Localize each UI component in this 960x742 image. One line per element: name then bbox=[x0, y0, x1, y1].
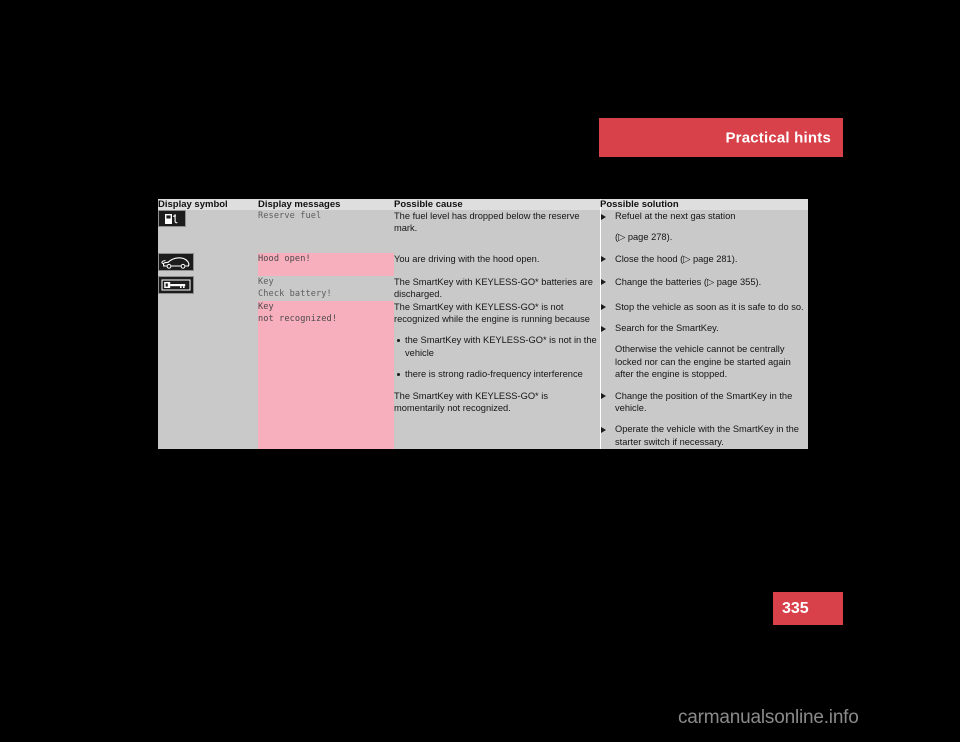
display-message-cell: Reserve fuel bbox=[258, 210, 394, 253]
column-header-possible-solution: Possible solution bbox=[600, 199, 808, 210]
possible-cause-text: The SmartKey with KEYLESS-GO* is not rec… bbox=[394, 301, 590, 325]
solution-text: Refuel at the next gas station bbox=[615, 211, 736, 221]
car-hood-open-icon bbox=[158, 252, 194, 271]
possible-solution-cell: Close the hood (▷ page 281). bbox=[600, 252, 808, 276]
table-row: Hood open! You are driving with the hood… bbox=[158, 252, 808, 276]
possible-cause-cell: The SmartKey with KEYLESS-GO* batteries … bbox=[394, 275, 600, 301]
solution-text: Operate the vehicle with the SmartKey in… bbox=[615, 424, 799, 447]
solution-item: Refuel at the next gas station bbox=[600, 210, 808, 222]
table-row: Key not recognized! The SmartKey with KE… bbox=[158, 300, 808, 390]
solution-item: Operate the vehicle with the SmartKey in… bbox=[600, 423, 808, 448]
smartkey-icon bbox=[158, 275, 194, 294]
possible-cause-cell: The SmartKey with KEYLESS-GO* is momenta… bbox=[394, 389, 600, 450]
column-header-possible-cause: Possible cause bbox=[394, 199, 600, 210]
solution-text: Stop the vehicle as soon as it is safe t… bbox=[615, 301, 804, 312]
table-row: The SmartKey with KEYLESS-GO* is momenta… bbox=[158, 389, 808, 450]
display-message-cell: Hood open! bbox=[258, 252, 394, 276]
triangle-bullet-icon bbox=[601, 426, 606, 433]
site-watermark: carmanualsonline.info bbox=[678, 707, 859, 728]
possible-cause-text: The fuel level has dropped below the res… bbox=[394, 211, 580, 234]
solution-text: Close the hood (▷ page 281). bbox=[615, 253, 738, 264]
possible-cause-cell: You are driving with the hood open. bbox=[394, 252, 600, 276]
triangle-bullet-icon bbox=[601, 256, 606, 263]
solution-text: Change the position of the SmartKey in t… bbox=[615, 390, 793, 414]
possible-solution-cell: Change the position of the SmartKey in t… bbox=[600, 389, 808, 450]
page-number-tab: 335 bbox=[773, 592, 843, 625]
display-messages-table: Display symbol Display messages Possible… bbox=[158, 199, 808, 450]
possible-cause-cell: The fuel level has dropped below the res… bbox=[394, 210, 600, 253]
triangle-bullet-icon bbox=[601, 304, 606, 311]
solution-item: Stop the vehicle as soon as it is safe t… bbox=[600, 301, 808, 313]
possible-cause-cell: The SmartKey with KEYLESS-GO* is not rec… bbox=[394, 300, 600, 390]
solution-item: Close the hood (▷ page 281). bbox=[600, 253, 808, 265]
section-banner: Practical hints bbox=[599, 118, 843, 157]
triangle-bullet-icon bbox=[601, 213, 606, 220]
solution-text: Change the batteries (▷ page 355). bbox=[615, 276, 762, 287]
solution-item: Change the batteries (▷ page 355). bbox=[600, 276, 808, 288]
possible-cause-text: The SmartKey with KEYLESS-GO* is momenta… bbox=[394, 390, 548, 414]
possible-cause-text: You are driving with the hood open. bbox=[394, 253, 540, 264]
cause-bullet-item: there is strong radio-frequency interfer… bbox=[397, 368, 600, 380]
display-symbol-cell bbox=[158, 252, 258, 276]
possible-solution-cell: Change the batteries (▷ page 355). bbox=[600, 275, 808, 301]
display-symbol-cell bbox=[158, 300, 258, 390]
display-message-text: Hood open! bbox=[258, 253, 311, 264]
display-message-cell: Key Check battery! bbox=[258, 275, 394, 301]
table-row: Key Check battery! The SmartKey with KEY… bbox=[158, 275, 808, 301]
triangle-bullet-icon bbox=[601, 393, 606, 400]
display-message-text: Key Check battery! bbox=[258, 276, 332, 300]
possible-solution-cell: Stop the vehicle as soon as it is safe t… bbox=[600, 300, 808, 390]
cause-bullet-item: the SmartKey with KEYLESS-GO* is not in … bbox=[397, 334, 600, 359]
fuel-pump-icon bbox=[158, 210, 186, 227]
possible-solution-cell: Refuel at the next gas station (▷ page 2… bbox=[600, 210, 808, 253]
display-message-cell bbox=[258, 389, 394, 450]
cause-bullet-list: the SmartKey with KEYLESS-GO* is not in … bbox=[394, 334, 600, 380]
solution-note: Otherwise the vehicle cannot be centrall… bbox=[615, 344, 791, 380]
column-header-display-messages: Display messages bbox=[258, 199, 394, 210]
triangle-bullet-icon bbox=[601, 279, 606, 286]
solution-reference: (▷ page 278). bbox=[615, 232, 673, 243]
page-number: 335 bbox=[782, 599, 809, 617]
display-symbol-cell bbox=[158, 275, 258, 301]
table-row: Reserve fuel The fuel level has dropped … bbox=[158, 210, 808, 253]
display-message-text: Key not recognized! bbox=[258, 301, 338, 325]
possible-cause-text: The SmartKey with KEYLESS-GO* batteries … bbox=[394, 276, 593, 300]
display-message-cell: Key not recognized! bbox=[258, 300, 394, 390]
display-symbol-cell bbox=[158, 389, 258, 450]
section-title: Practical hints bbox=[725, 129, 831, 146]
display-symbol-cell bbox=[158, 210, 258, 253]
solution-text: Search for the SmartKey. bbox=[615, 323, 719, 334]
column-header-display-symbol: Display symbol bbox=[158, 199, 258, 210]
solution-item: Change the position of the SmartKey in t… bbox=[600, 390, 808, 415]
table-header-row: Display symbol Display messages Possible… bbox=[158, 199, 808, 210]
triangle-bullet-icon bbox=[601, 325, 606, 332]
solution-item: Search for the SmartKey. bbox=[600, 322, 808, 334]
display-message-text: Reserve fuel bbox=[258, 211, 322, 221]
